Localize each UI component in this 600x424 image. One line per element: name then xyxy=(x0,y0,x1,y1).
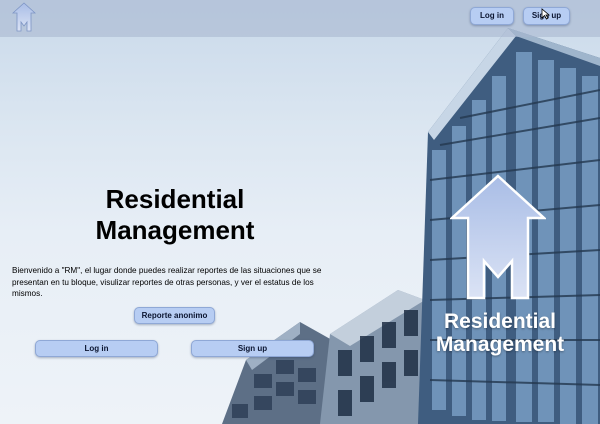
welcome-description: Bienvenido a "RM", el lugar donde puedes… xyxy=(12,266,322,299)
signup-button[interactable]: Sign up xyxy=(191,340,314,357)
top-navigation-bar: Log in Sign up xyxy=(0,0,600,37)
header-login-button[interactable]: Log in xyxy=(470,7,514,25)
house-m-icon[interactable] xyxy=(12,2,36,32)
mouse-pointer-icon xyxy=(541,8,551,20)
page-title: Residential Management xyxy=(95,184,255,245)
house-m-icon xyxy=(450,174,546,300)
login-button[interactable]: Log in xyxy=(35,340,158,357)
anonymous-report-button[interactable]: Reporte anonimo xyxy=(134,307,215,324)
brand-title: Residential Management xyxy=(435,310,565,356)
